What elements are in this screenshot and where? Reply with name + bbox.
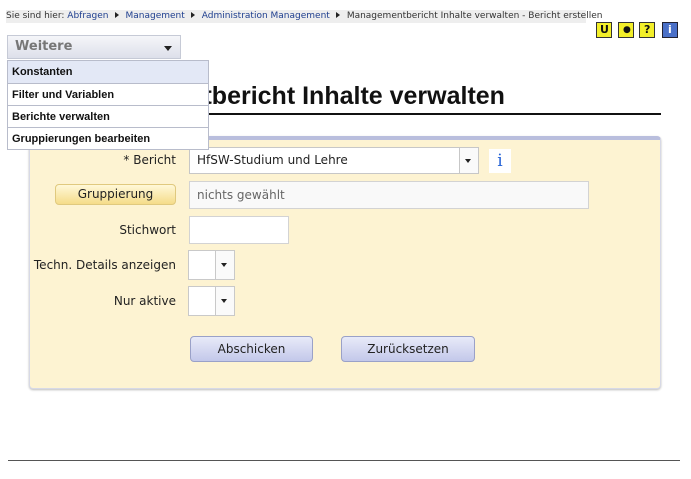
stichwort-input[interactable] — [189, 216, 289, 244]
bericht-label: * Bericht — [123, 153, 176, 167]
settings-dropdown: Konstanten Filter und Variablen Berichte… — [7, 60, 209, 150]
stichwort-label: Stichwort — [119, 223, 176, 237]
record-icon[interactable]: ● — [618, 22, 634, 38]
footer-divider — [8, 460, 680, 461]
breadcrumb-arrow-icon — [114, 12, 119, 18]
nur-aktive-label: Nur aktive — [113, 294, 176, 308]
breadcrumb-arrow-icon — [190, 12, 195, 18]
gruppierung-button[interactable]: Gruppierung — [55, 184, 176, 205]
breadcrumb-prefix: Sie sind hier: — [6, 11, 65, 21]
nur-aktive-toggle[interactable] — [215, 287, 234, 315]
info-icon[interactable]: i — [489, 149, 511, 173]
bericht-select-value: HfSW-Studium und Lehre — [197, 153, 348, 167]
techn-details-label: Techn. Details anzeigen — [33, 258, 176, 272]
info-icon[interactable]: i — [662, 22, 678, 38]
page-title: Managementbericht Inhalte verwalten — [160, 82, 505, 110]
chevron-down-icon — [465, 159, 471, 163]
menu-item-berichte[interactable]: Berichte verwalten — [8, 105, 208, 127]
paperclip-icon[interactable]: U — [596, 22, 612, 38]
menu-item-konstanten[interactable]: Konstanten — [8, 61, 208, 83]
submit-button[interactable]: Abschicken — [190, 336, 313, 362]
techn-details-toggle[interactable] — [215, 251, 234, 279]
breadcrumb-link-management[interactable]: Management — [126, 11, 185, 21]
chevron-down-icon — [221, 263, 227, 267]
bericht-select[interactable]: HfSW-Studium und Lehre — [189, 147, 479, 174]
breadcrumb-current: Managementbericht Inhalte verwalten - Be… — [346, 11, 603, 21]
techn-details-select[interactable] — [188, 250, 235, 280]
settings-menu-button[interactable]: Weitere Einstellungen: — [7, 35, 181, 76]
menu-item-filter[interactable]: Filter und Variablen — [8, 83, 208, 105]
breadcrumb-link-abfragen[interactable]: Abfragen — [67, 11, 108, 21]
breadcrumb-arrow-icon — [335, 12, 340, 18]
gruppierung-field: nichts gewählt — [189, 181, 589, 209]
chevron-down-icon — [164, 46, 172, 51]
help-icon[interactable]: ? — [639, 22, 655, 38]
chevron-down-icon — [221, 299, 227, 303]
bericht-dropdown-toggle[interactable] — [459, 148, 478, 173]
nur-aktive-select[interactable] — [188, 286, 235, 316]
breadcrumb-link-administration[interactable]: Administration Management — [202, 11, 330, 21]
menu-item-gruppierungen[interactable]: Gruppierungen bearbeiten — [8, 127, 208, 149]
breadcrumb: Sie sind hier: Abfragen Management Adminis… — [6, 10, 602, 23]
reset-button[interactable]: Zurücksetzen — [341, 336, 475, 362]
